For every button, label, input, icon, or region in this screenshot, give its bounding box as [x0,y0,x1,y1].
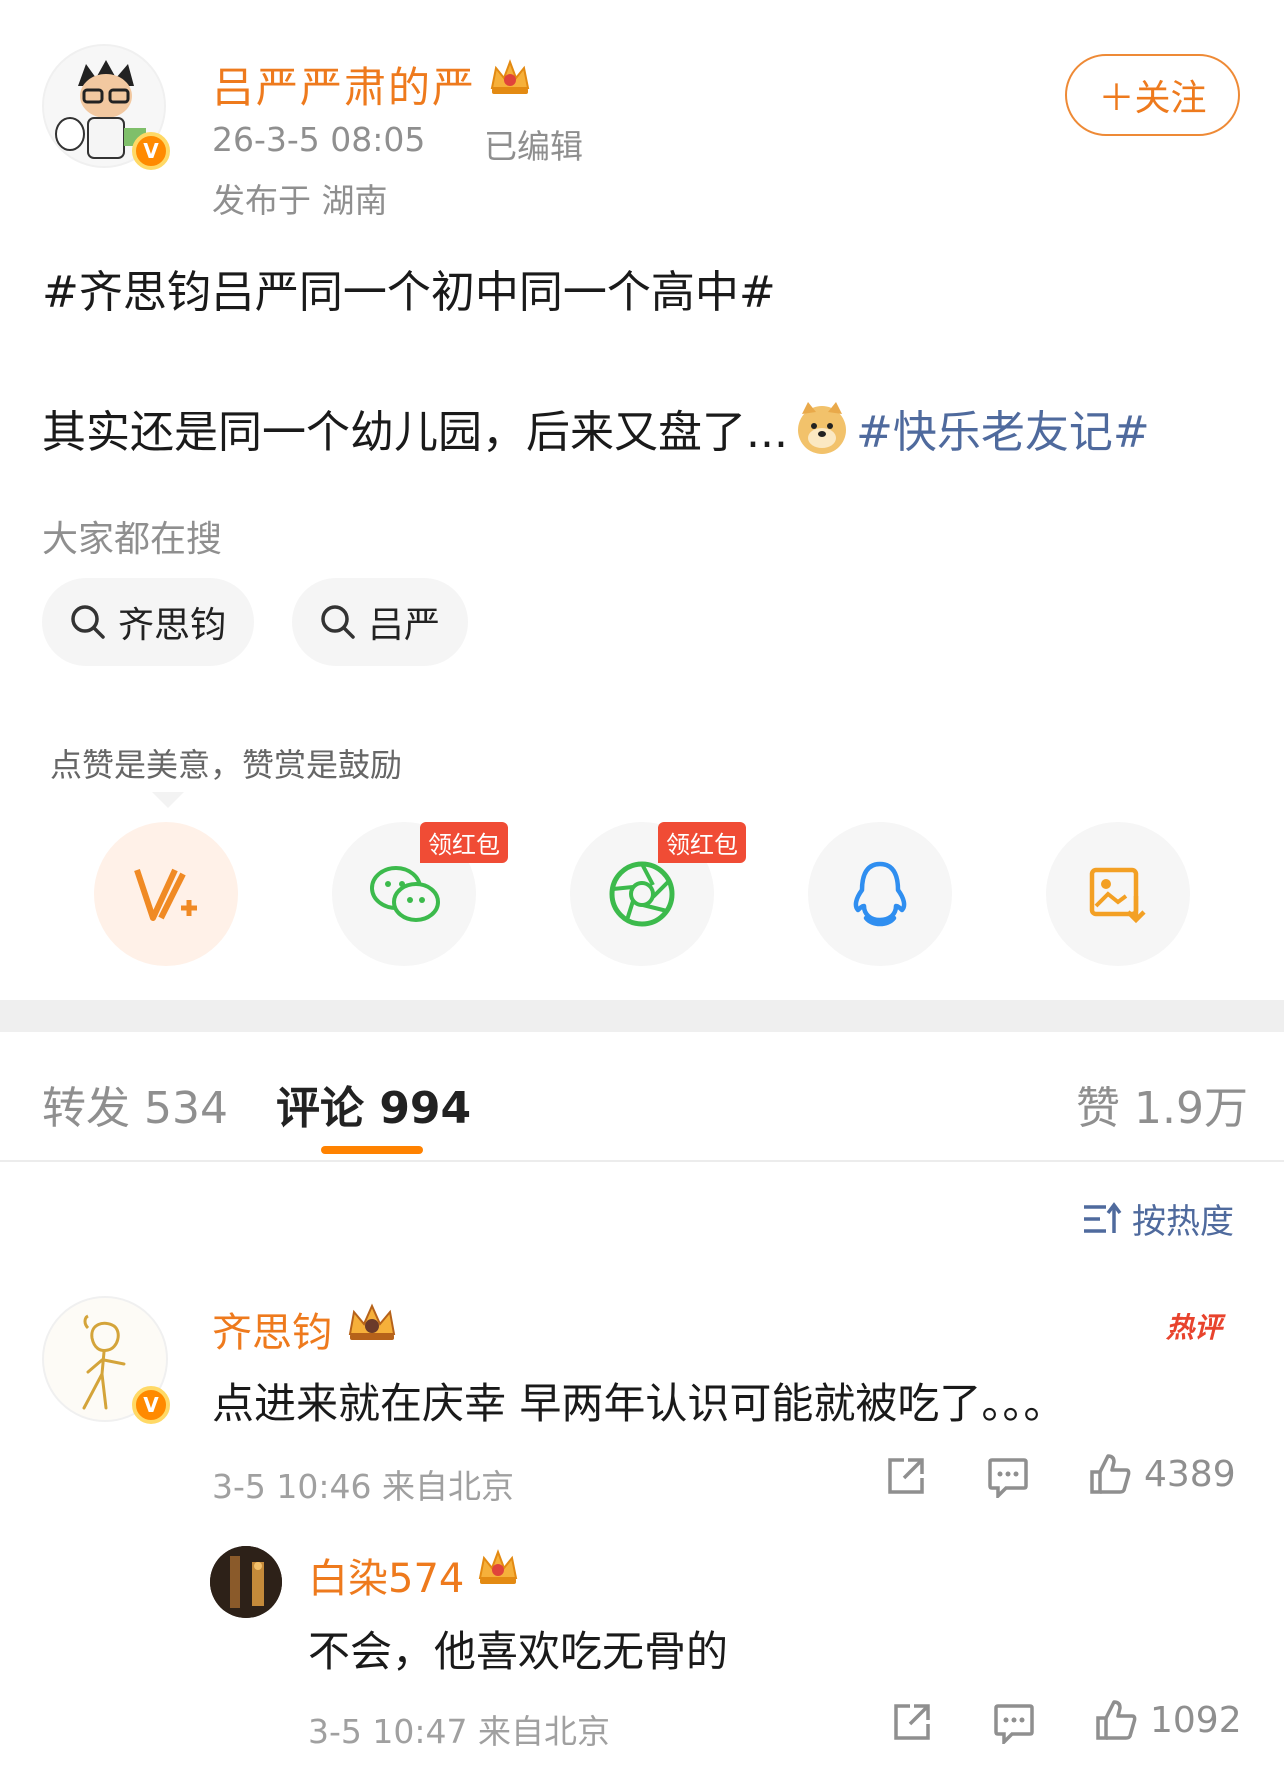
post-location: 发布于 湖南 [212,181,388,220]
tab-repost[interactable]: 转发 534 [42,1072,228,1136]
sort-icon [1084,1201,1122,1233]
edited-label[interactable]: 已编辑 [484,120,583,168]
search-chip-label: 齐思钧 [118,605,227,646]
redpack-badge: 领红包 [420,822,508,863]
verified-badge-icon: V [132,132,170,170]
tab-active-indicator [321,1146,423,1154]
crown-icon [346,1302,398,1348]
save-image-button[interactable] [1046,822,1190,966]
post-text: 其实还是同一个幼儿园，后来又盘了... [42,407,788,458]
comment-reply-button[interactable] [986,1456,1030,1498]
reply-avatar[interactable] [210,1546,282,1618]
author-name[interactable]: 吕严严肃的严 [212,54,476,115]
reply-like-count: 1092 [1150,1699,1242,1741]
v-plus-button[interactable] [94,822,238,966]
comment-like-count: 4389 [1144,1453,1236,1495]
comment-icon [994,1704,1034,1744]
search-chip-label: 吕严 [368,605,441,646]
thumbs-up-icon [1090,1454,1131,1494]
comment-share-button[interactable] [884,1454,928,1498]
comment-author[interactable]: 齐思钧 [212,1300,332,1358]
thumbs-up-icon [1096,1700,1137,1740]
tabs-bottom-line [0,1160,1284,1162]
tip-arrow [152,792,184,808]
crown-icon [488,58,532,102]
hot-comment-badge: 热评 [1166,1311,1223,1344]
reply-author[interactable]: 白染574 [308,1546,464,1604]
qq-share-button[interactable] [808,822,952,966]
search-chip-1[interactable]: 吕严 [292,578,469,666]
share-icon [894,1704,930,1740]
moments-icon [609,861,675,927]
search-section-label: 大家都在搜 [42,519,223,560]
topic-link[interactable]: #齐思钧吕严同一个初中同一个高中# [42,256,776,320]
tab-comment[interactable]: 评论 994 [276,1072,471,1136]
crown-icon [476,1548,520,1592]
tab-likes[interactable]: 赞 1.9万 [1076,1072,1248,1136]
v-plus-icon [134,868,197,921]
qq-icon [853,861,907,927]
post-time: 26-3-5 08:05 [212,120,426,159]
sort-button[interactable]: 按热度 [1082,1194,1234,1243]
follow-button[interactable]: ＋关注 [1065,54,1240,136]
doge-emoji-icon [794,400,850,456]
reply-like-button[interactable]: 1092 [1094,1698,1242,1742]
share-icon [888,1458,924,1494]
topic-link-2[interactable]: #快乐老友记# [856,396,1150,460]
search-chip-0[interactable]: 齐思钧 [42,578,255,666]
save-image-icon [1089,867,1146,924]
reward-tip: 点赞是美意，赞赏是鼓励 [50,746,403,784]
comment-like-button[interactable]: 4389 [1088,1452,1236,1496]
comment-icon [988,1458,1028,1498]
comment-text: 点进来就在庆幸 早两年认识可能就被吃了。。。 [212,1379,1066,1428]
wechat-icon [370,866,440,922]
reply-share-button[interactable] [890,1700,934,1744]
sort-label: 按热度 [1132,1202,1234,1242]
redpack-badge: 领红包 [658,822,746,863]
search-icon [71,605,105,639]
reply-meta: 3-5 10:47 来自北京 [308,1712,610,1751]
comment-meta: 3-5 10:46 来自北京 [212,1467,514,1506]
search-icon [321,605,355,639]
reply-text: 不会，他喜欢吃无骨的 [308,1627,729,1676]
section-divider [0,1000,1284,1032]
verified-badge-icon: V [132,1386,170,1424]
reply-reply-button[interactable] [992,1702,1036,1744]
